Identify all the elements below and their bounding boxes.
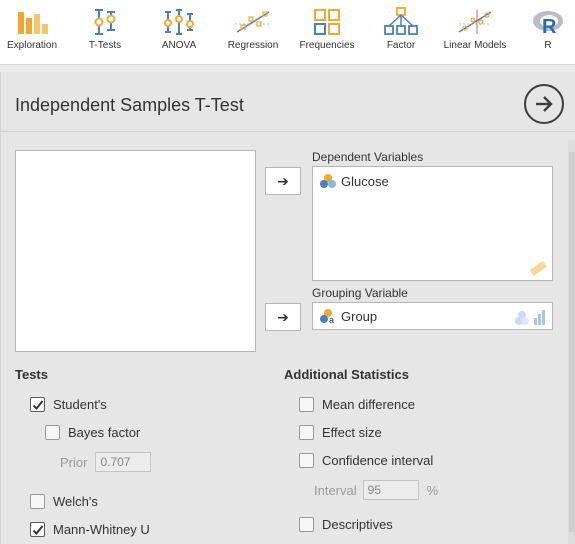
- toolbar-linear-models[interactable]: Linear Models: [440, 0, 510, 64]
- checkmark-icon: [32, 524, 43, 535]
- mann-whitney-label: Mann-Whitney U: [53, 522, 150, 537]
- move-to-grouping-button[interactable]: ➔: [265, 303, 301, 331]
- panel-divider: [1, 131, 575, 132]
- variable-name: Group: [341, 308, 378, 324]
- svg-text:R: R: [542, 16, 557, 38]
- descriptives-checkbox[interactable]: [299, 517, 314, 532]
- continuous-variable-icon: [320, 174, 336, 188]
- grouping-variable-box[interactable]: a Group: [312, 302, 553, 330]
- bayes-factor-checkbox-row[interactable]: Bayes factor: [45, 425, 140, 440]
- checkmark-icon: [32, 399, 43, 410]
- prior-label: Prior: [60, 454, 88, 470]
- toolbar-t-tests[interactable]: T-Tests: [80, 0, 130, 64]
- toolbar-label: Frequencies: [299, 40, 355, 51]
- students-checkbox[interactable]: [30, 397, 45, 412]
- students-label: Student's: [53, 397, 107, 412]
- options-panel: Independent Samples T-Test ➔ ➔ Dependent…: [0, 72, 575, 544]
- linear-models-icon: [458, 10, 492, 34]
- bayes-factor-checkbox[interactable]: [45, 425, 60, 440]
- interval-input[interactable]: 95: [362, 480, 419, 500]
- toolbar-anova[interactable]: ANOVA: [154, 0, 204, 64]
- toolbar-label: R: [544, 40, 552, 51]
- svg-text:a: a: [329, 315, 334, 324]
- descriptives-checkbox-row[interactable]: Descriptives: [299, 517, 393, 532]
- panel-title: Independent Samples T-Test: [15, 95, 244, 115]
- confidence-interval-checkbox[interactable]: [299, 453, 314, 468]
- scrollbar-thumb[interactable]: [569, 152, 575, 532]
- mean-difference-checkbox-row[interactable]: Mean difference: [299, 397, 415, 412]
- mean-difference-label: Mean difference: [322, 397, 415, 412]
- arrow-right-icon: ➔: [277, 308, 289, 325]
- confidence-interval-checkbox-row[interactable]: Confidence interval: [299, 453, 433, 468]
- frequencies-icon: [314, 9, 340, 35]
- toolbar-label: Regression: [227, 40, 279, 51]
- available-variables-list[interactable]: [15, 150, 256, 352]
- move-to-dependent-button[interactable]: ➔: [265, 167, 301, 195]
- effect-size-checkbox-row[interactable]: Effect size: [299, 425, 382, 440]
- close-panel-button[interactable]: [524, 84, 564, 124]
- prior-input[interactable]: 0.707: [95, 452, 152, 472]
- confidence-interval-label: Confidence interval: [322, 453, 434, 468]
- descriptives-label: Descriptives: [322, 517, 393, 532]
- toolbar-r[interactable]: R R: [530, 0, 566, 64]
- anova-icon: [164, 9, 194, 35]
- mann-whitney-checkbox[interactable]: [30, 522, 45, 537]
- welchs-checkbox[interactable]: [30, 494, 45, 509]
- mean-difference-checkbox[interactable]: [299, 397, 314, 412]
- prior-row: Prior 0.707: [60, 452, 152, 472]
- bar-chart-icon: [18, 12, 48, 34]
- tests-heading: Tests: [15, 367, 48, 382]
- factor-icon: [384, 7, 418, 35]
- toolbar-label: T-Tests: [88, 40, 122, 51]
- toolbar-frequencies[interactable]: Frequencies: [298, 0, 356, 64]
- variable-name: Glucose: [341, 173, 389, 189]
- dependent-variables-label: Dependent Variables: [312, 150, 424, 164]
- percent-unit: %: [426, 482, 439, 498]
- interval-row: Interval 95 %: [314, 480, 438, 500]
- toolbar-label: Linear Models: [443, 40, 507, 51]
- arrow-right-icon: [536, 96, 553, 112]
- toolbar-divider: [0, 64, 575, 72]
- grouping-variable-label: Grouping Variable: [312, 286, 408, 300]
- welchs-label: Welch's: [53, 494, 98, 509]
- r-icon: R: [533, 11, 563, 38]
- effect-size-checkbox[interactable]: [299, 425, 314, 440]
- additional-statistics-heading: Additional Statistics: [284, 367, 409, 382]
- toolbar-regression[interactable]: Regression: [226, 0, 280, 64]
- toolbar-label: ANOVA: [161, 40, 197, 51]
- nominal-ordinal-icon: [515, 310, 545, 325]
- toolbar-label: Factor: [386, 40, 416, 51]
- welchs-checkbox-row[interactable]: Welch's: [30, 494, 98, 509]
- toolbar-factor[interactable]: Factor: [378, 0, 424, 64]
- regression-icon: [235, 11, 271, 33]
- ruler-icon: [529, 260, 547, 276]
- dependent-variables-box[interactable]: Glucose: [312, 166, 553, 281]
- students-checkbox-row[interactable]: Student's: [30, 397, 107, 412]
- nominal-variable-icon: a: [320, 309, 334, 324]
- interval-label: Interval: [314, 482, 357, 498]
- effect-size-label: Effect size: [322, 425, 382, 440]
- list-item[interactable]: a Group: [319, 308, 377, 324]
- mann-whitney-checkbox-row[interactable]: Mann-Whitney U: [30, 522, 150, 537]
- toolbar-label: Exploration: [6, 40, 58, 51]
- bayes-factor-label: Bayes factor: [68, 425, 141, 440]
- t-tests-icon: [94, 9, 116, 35]
- list-item[interactable]: Glucose: [319, 173, 389, 189]
- arrow-right-icon: ➔: [277, 172, 289, 189]
- toolbar-exploration[interactable]: Exploration: [4, 0, 60, 64]
- analysis-toolbar: Exploration T-Tests ANOVA Regression Fre…: [0, 0, 575, 64]
